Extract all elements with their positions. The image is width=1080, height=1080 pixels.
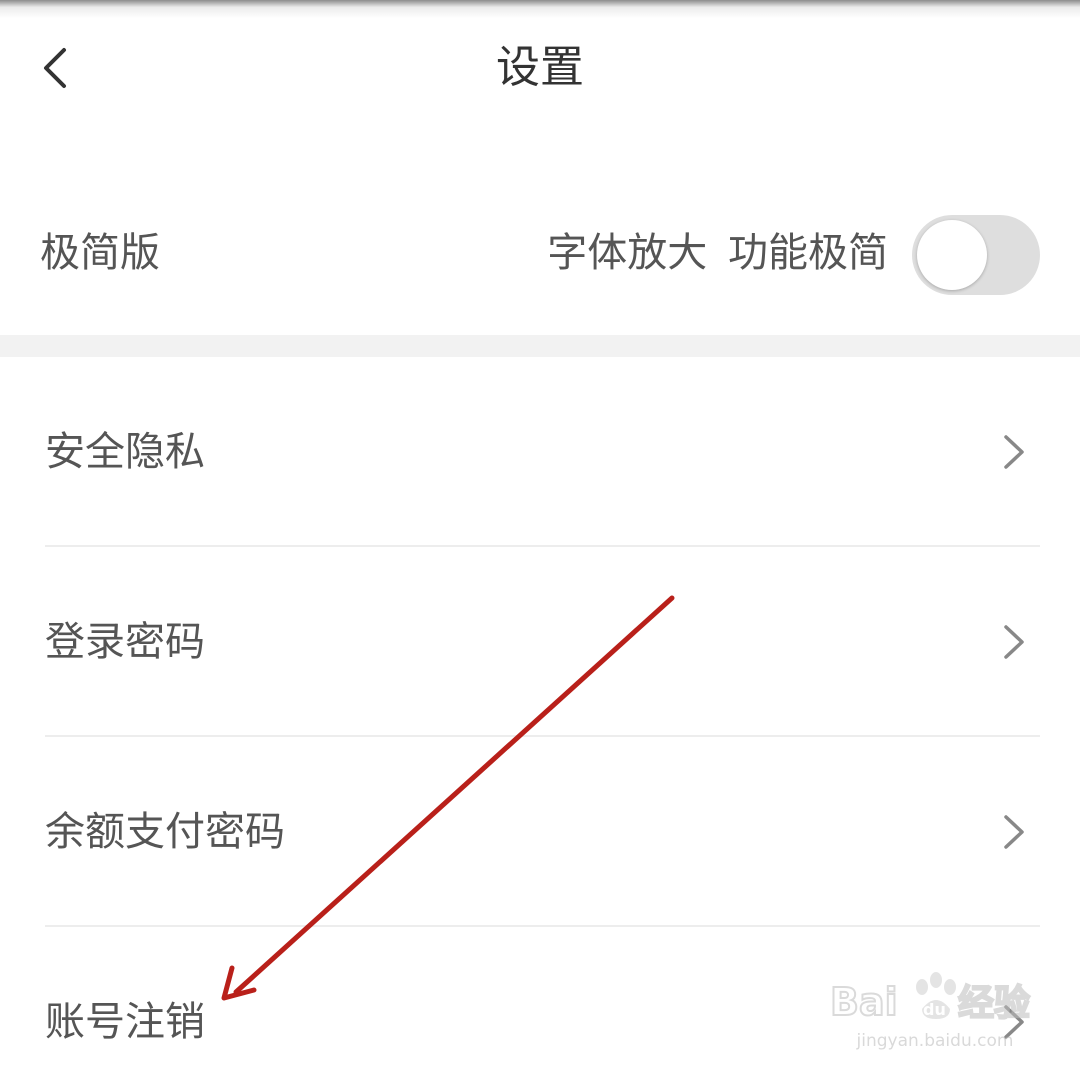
menu-item-account-cancellation[interactable]: 账号注销: [0, 927, 1080, 1080]
menu-item-label: 账号注销: [45, 999, 205, 1045]
chevron-right-icon: [1004, 815, 1024, 849]
chevron-right-icon: [1004, 435, 1024, 469]
settings-menu: 安全隐私 登录密码 余额支付密码 账号注销: [0, 357, 1080, 1080]
lite-mode-row: 极简版 字体放大 功能极简: [0, 175, 1080, 335]
lite-mode-title: 极简版: [40, 230, 160, 276]
menu-item-balance-payment-password[interactable]: 余额支付密码: [0, 737, 1080, 927]
lite-mode-toggle[interactable]: [912, 215, 1040, 295]
menu-item-security-privacy[interactable]: 安全隐私: [0, 357, 1080, 547]
header: 设置: [0, 0, 1080, 135]
settings-screen: 设置 极简版 字体放大 功能极简 安全隐私 登录密码 余额支付密码 账号注销 B…: [0, 0, 1080, 1080]
menu-item-label: 余额支付密码: [45, 809, 285, 855]
chevron-right-icon: [1004, 625, 1024, 659]
lite-mode-description: 字体放大 功能极简: [547, 230, 888, 276]
menu-item-label: 安全隐私: [45, 429, 205, 475]
toggle-knob: [917, 220, 987, 290]
section-divider: [0, 335, 1080, 357]
page-title: 设置: [496, 42, 584, 93]
menu-item-login-password[interactable]: 登录密码: [0, 547, 1080, 737]
menu-item-label: 登录密码: [45, 619, 205, 665]
chevron-right-icon: [1004, 1005, 1024, 1039]
